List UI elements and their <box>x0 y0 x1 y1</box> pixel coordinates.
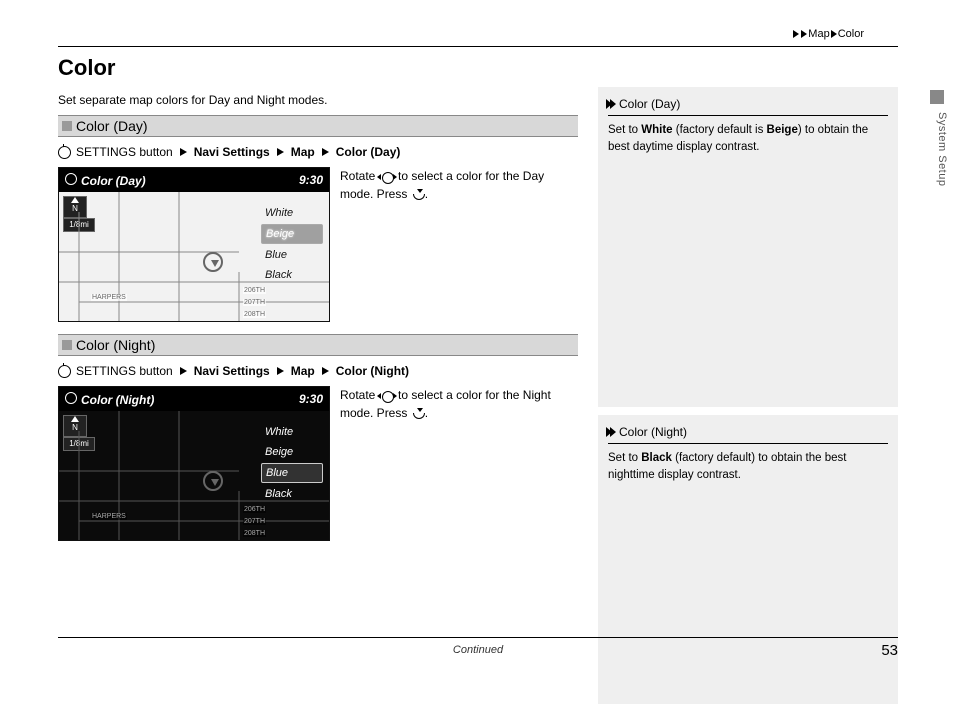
breadcrumb-map: Map <box>808 28 829 40</box>
crumb-map: Map <box>291 145 315 159</box>
option-white[interactable]: White <box>261 204 323 222</box>
screen-body: N 1/8mi HARPERS 206TH 207TH 208TH <box>59 411 329 540</box>
square-bullet-icon <box>62 340 72 350</box>
screen-title: Color (Night) <box>81 393 154 407</box>
color-options-night: White Beige Blue Black <box>261 423 323 505</box>
settings-button-icon <box>58 146 71 159</box>
tip-header: Color (Night) <box>608 425 888 439</box>
triangle-icon <box>277 367 284 375</box>
crumb-settings: SETTINGS button <box>76 145 173 159</box>
rotate-knob-icon <box>379 171 395 183</box>
option-white[interactable]: White <box>261 423 323 441</box>
page-title: Color <box>58 55 914 81</box>
double-triangle-icon <box>608 99 616 109</box>
crumb-navi: Navi Settings <box>194 364 270 378</box>
vehicle-position-icon <box>203 252 223 272</box>
road-label: 206TH <box>243 287 266 294</box>
divider <box>608 443 888 444</box>
columns: Set separate map colors for Day and Nigh… <box>58 87 898 704</box>
tip-body: Set to White (factory default is Beige) … <box>608 122 888 157</box>
screen-header: Color (Day) 9:30 <box>59 168 329 192</box>
screen-clock: 9:30 <box>299 173 323 187</box>
screenshot-color-night: Color (Night) 9:30 N 1/8mi HARPERS <box>58 386 330 541</box>
triangle-icon <box>277 148 284 156</box>
tip-color-night: Color (Night) Set to Black (factory defa… <box>598 415 898 704</box>
option-blue[interactable]: Blue <box>261 463 323 483</box>
tip-title: Color (Night) <box>619 425 687 439</box>
side-column: Color (Day) Set to White (factory defaul… <box>598 87 898 704</box>
subheading-color-day: Color (Day) <box>58 115 578 137</box>
tip-title: Color (Day) <box>619 97 680 111</box>
instr-text: Rotate <box>340 388 375 402</box>
crumb-navi: Navi Settings <box>194 145 270 159</box>
instr-text: . <box>425 187 428 201</box>
option-blue[interactable]: Blue <box>261 246 323 264</box>
screen-body: N 1/8mi HARPERS 206TH 207TH 208TH <box>59 192 329 321</box>
road-label: 207TH <box>243 299 266 306</box>
road-label: HARPERS <box>91 294 127 301</box>
rotate-knob-icon <box>379 390 395 402</box>
screen-clock: 9:30 <box>299 392 323 406</box>
main-column: Set separate map colors for Day and Nigh… <box>58 87 598 704</box>
road-label: 208TH <box>243 311 266 318</box>
triangle-icon <box>793 30 799 38</box>
subheading-label: Color (Night) <box>76 337 155 353</box>
option-beige[interactable]: Beige <box>261 443 323 461</box>
page: Map Color System Setup Color Set separate… <box>0 0 954 674</box>
triangle-icon <box>180 367 187 375</box>
subheading-color-night: Color (Night) <box>58 334 578 356</box>
header-breadcrumb: Map Color <box>58 28 914 40</box>
tip-body: Set to Black (factory default) to obtain… <box>608 450 888 485</box>
instr-text: . <box>425 406 428 420</box>
intro-text: Set separate map colors for Day and Nigh… <box>58 93 578 107</box>
side-section-label: System Setup <box>936 112 948 186</box>
divider <box>608 115 888 116</box>
crumb-map: Map <box>291 364 315 378</box>
nav-path-night: SETTINGS button Navi Settings Map Color … <box>58 364 578 378</box>
crumb-final: Color (Day) <box>336 145 401 159</box>
night-row: Color (Night) 9:30 N 1/8mi HARPERS <box>58 386 578 541</box>
road-label: 208TH <box>243 530 266 537</box>
screen-title: Color (Day) <box>81 174 146 188</box>
continued-label: Continued <box>453 644 503 656</box>
triangle-icon <box>322 367 329 375</box>
tip-header: Color (Day) <box>608 97 888 111</box>
crumb-final: Color (Night) <box>336 364 409 378</box>
subheading-label: Color (Day) <box>76 118 148 134</box>
triangle-icon <box>831 30 837 38</box>
press-button-icon <box>411 189 425 201</box>
square-bullet-icon <box>62 121 72 131</box>
option-black[interactable]: Black <box>261 266 323 284</box>
gear-icon <box>65 173 77 185</box>
screenshot-color-day: Color (Day) 9:30 N 1/8mi HARPERS <box>58 167 330 322</box>
option-black[interactable]: Black <box>261 485 323 503</box>
road-label: 207TH <box>243 518 266 525</box>
divider <box>58 46 898 47</box>
day-row: Color (Day) 9:30 N 1/8mi HARPERS <box>58 167 578 322</box>
side-tab <box>930 90 944 104</box>
page-number: 53 <box>881 642 898 659</box>
triangle-icon <box>322 148 329 156</box>
triangle-icon <box>180 148 187 156</box>
breadcrumb-color: Color <box>838 28 864 40</box>
settings-button-icon <box>58 365 71 378</box>
triangle-icon <box>801 30 807 38</box>
instruction-night: Rotate to select a color for the Night m… <box>340 386 578 422</box>
nav-path-day: SETTINGS button Navi Settings Map Color … <box>58 145 578 159</box>
option-beige[interactable]: Beige <box>261 224 323 244</box>
footer: Continued 53 <box>58 637 898 656</box>
instruction-day: Rotate to select a color for the Day mod… <box>340 167 578 203</box>
gear-icon <box>65 392 77 404</box>
press-button-icon <box>411 408 425 420</box>
crumb-settings: SETTINGS button <box>76 364 173 378</box>
color-options-day: White Beige Blue Black <box>261 204 323 286</box>
tip-color-day: Color (Day) Set to White (factory defaul… <box>598 87 898 407</box>
screen-header: Color (Night) 9:30 <box>59 387 329 411</box>
instr-text: Rotate <box>340 169 375 183</box>
road-label: 206TH <box>243 506 266 513</box>
double-triangle-icon <box>608 427 616 437</box>
road-label: HARPERS <box>91 513 127 520</box>
vehicle-position-icon <box>203 471 223 491</box>
